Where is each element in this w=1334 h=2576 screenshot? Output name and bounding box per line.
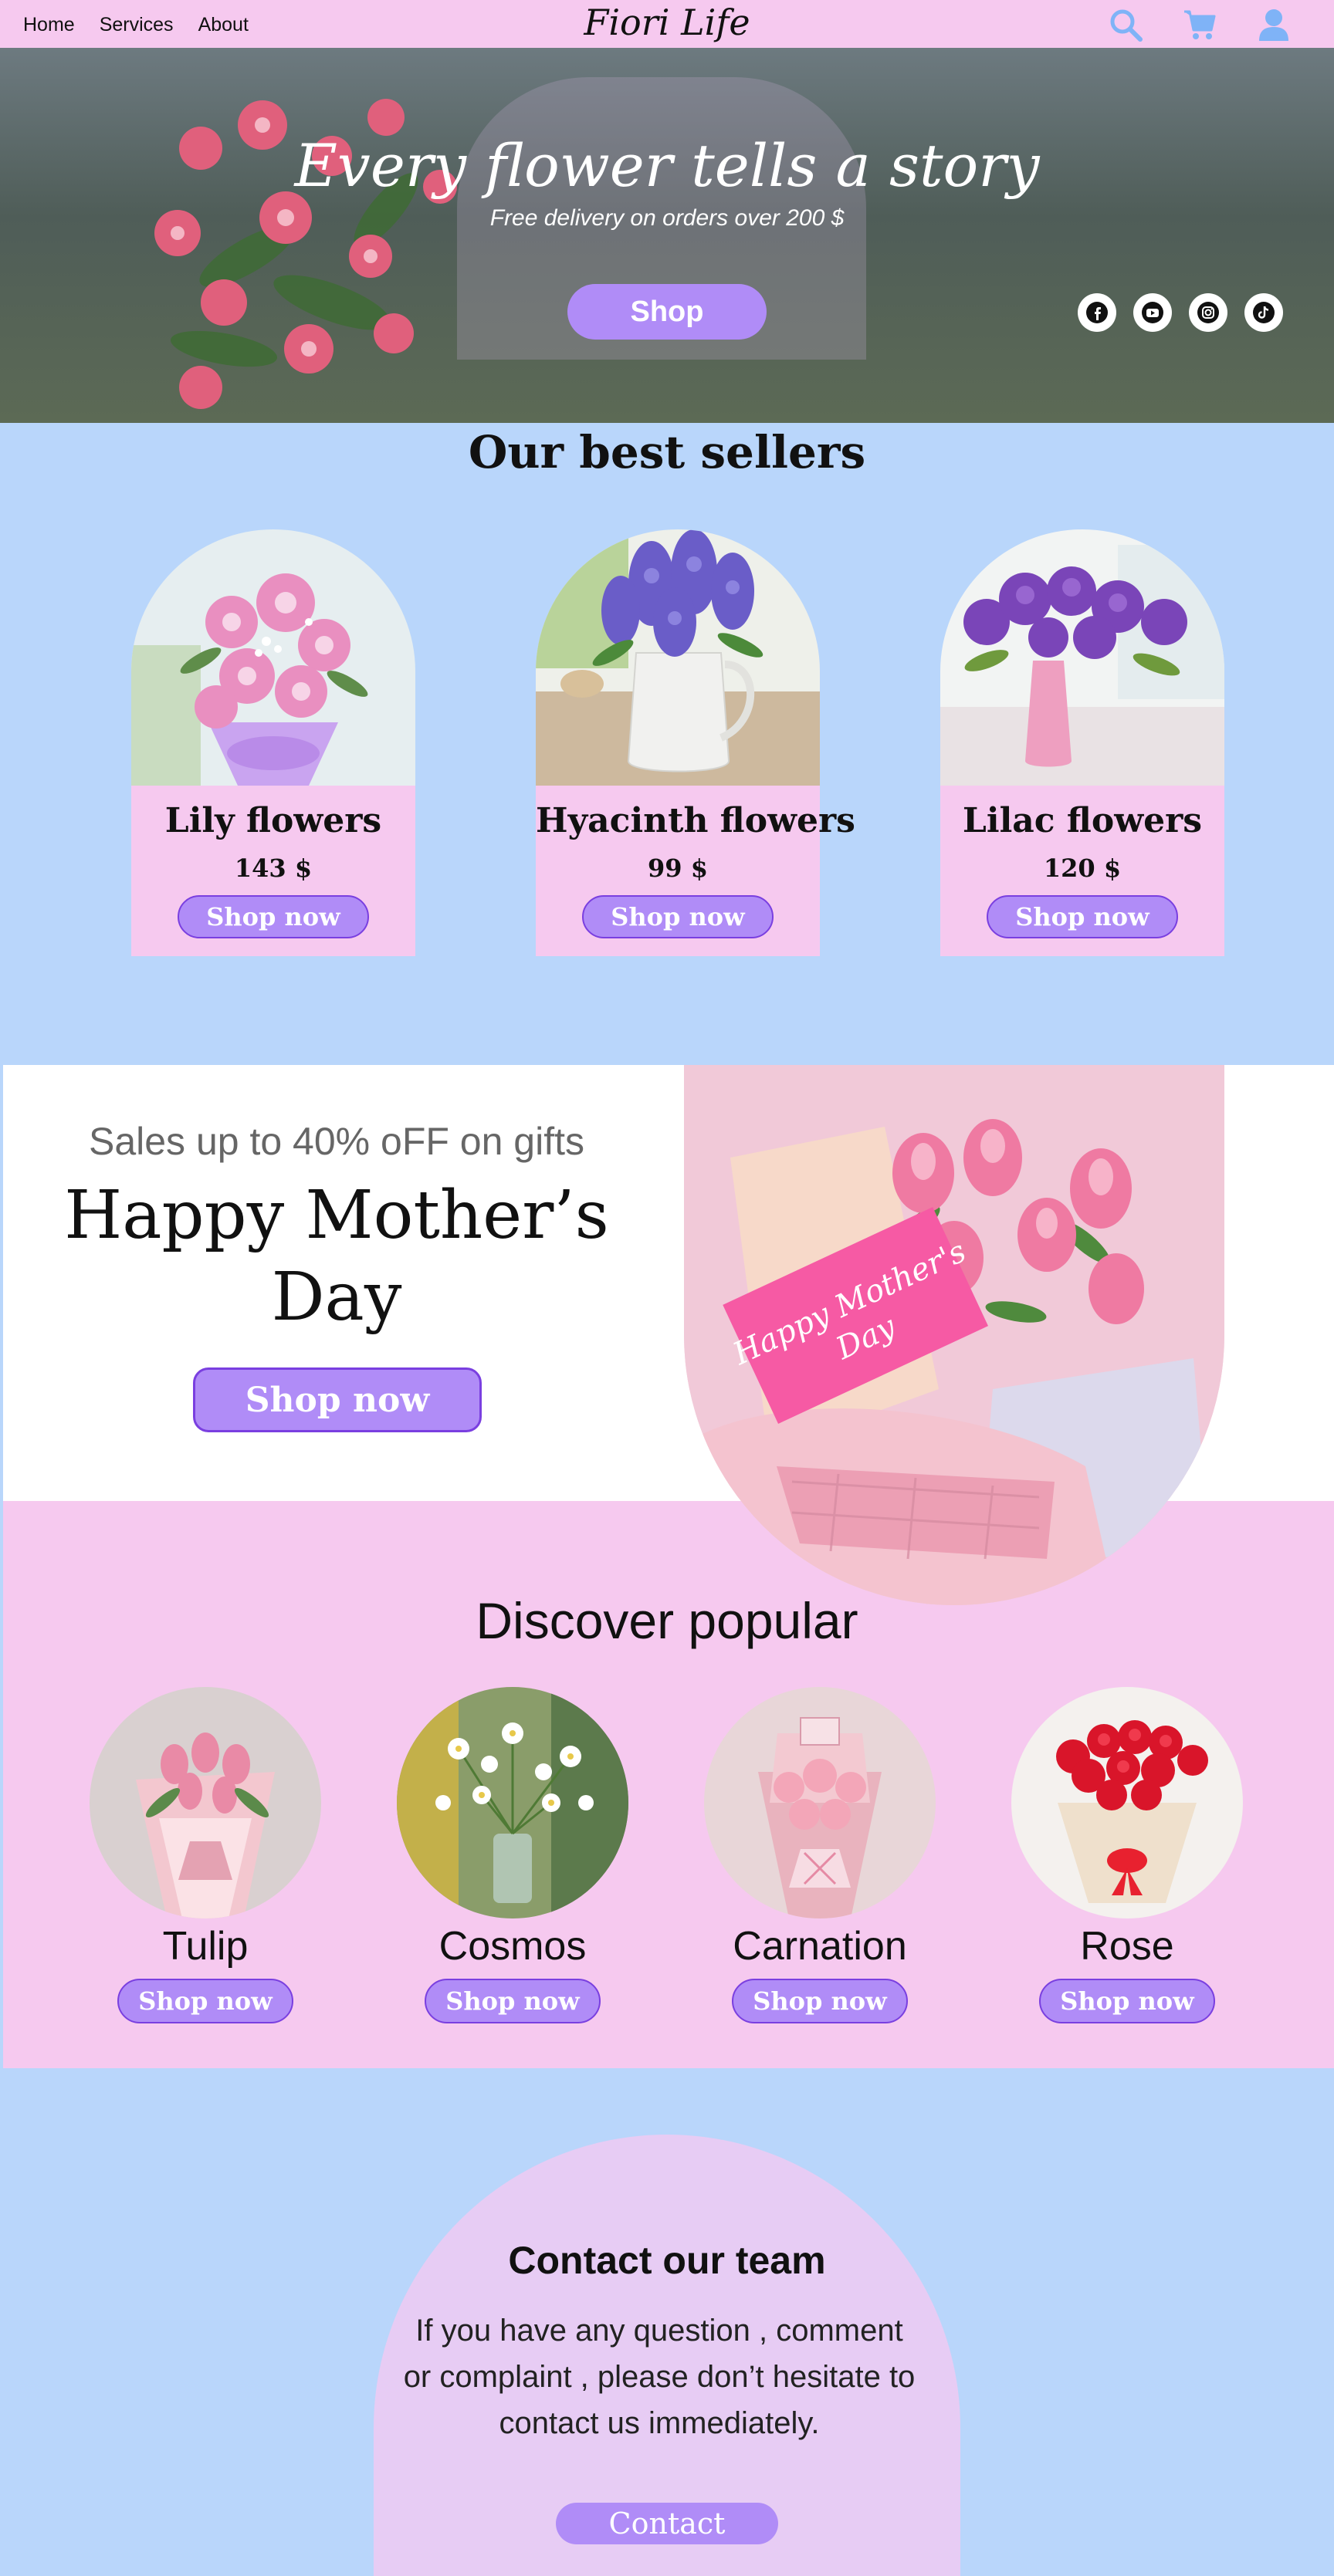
carnation-shop-now-button[interactable]: Shop now xyxy=(732,1979,908,2023)
cosmos-shop-now-button[interactable]: Shop now xyxy=(425,1979,601,2023)
product-price: 143 $ xyxy=(234,854,313,883)
top-nav: Home Services About Fiori Life xyxy=(0,0,1334,48)
product-price: 99 $ xyxy=(648,854,708,883)
product-card-lily: Lily flowers 143 $ Shop now xyxy=(131,529,415,956)
popular-item-cosmos: Cosmos Shop now xyxy=(397,1687,628,2023)
lilac-card-body: Lilac flowers 120 $ Shop now xyxy=(940,786,1224,956)
hero-flower-image xyxy=(154,99,457,409)
nav-icons xyxy=(1105,5,1294,45)
user-icon[interactable] xyxy=(1254,5,1294,45)
popular-item-carnation: Carnation Shop now xyxy=(704,1687,936,2023)
hyacinth-shop-now-button[interactable]: Shop now xyxy=(582,895,774,938)
hero-title: Every flower tells a story xyxy=(294,131,1040,200)
promo-title: Happy Mother’s Day xyxy=(64,1177,609,1336)
product-price: 120 $ xyxy=(1043,854,1122,883)
hyacinth-image xyxy=(536,529,820,786)
product-name: Lilac flowers xyxy=(962,801,1203,840)
contact-button[interactable]: Contact xyxy=(556,2503,778,2544)
hyacinth-card-body: Hyacinth flowers 99 $ Shop now xyxy=(536,786,855,956)
discover-title: Discover popular xyxy=(476,1592,858,1649)
tulip-image[interactable] xyxy=(90,1687,321,1918)
rose-shop-now-button[interactable]: Shop now xyxy=(1039,1979,1215,2023)
carnation-image[interactable] xyxy=(704,1687,936,1918)
lily-card-body: Lily flowers 143 $ Shop now xyxy=(131,786,415,956)
search-icon[interactable] xyxy=(1105,5,1146,45)
product-name: Hyacinth flowers xyxy=(536,801,855,840)
tiktok-icon[interactable] xyxy=(1244,293,1283,332)
mothers-day-bouquet-image: Happy Mother's Day xyxy=(684,1065,1224,1605)
popular-item-name: Carnation xyxy=(733,1924,907,1969)
lilac-shop-now-button[interactable]: Shop now xyxy=(987,895,1178,938)
cart-icon[interactable] xyxy=(1180,5,1220,45)
promo-subtitle: Sales up to 40% oFF on gifts xyxy=(88,1120,585,1163)
popular-item-rose: Rose Shop now xyxy=(1011,1687,1243,2023)
lily-image xyxy=(131,529,415,786)
tulip-shop-now-button[interactable]: Shop now xyxy=(117,1979,293,2023)
instagram-icon[interactable] xyxy=(1189,293,1227,332)
contact-text: If you have any question , comment or co… xyxy=(403,2314,916,2440)
product-name: Lily flowers xyxy=(164,801,382,840)
contact-title: Contact our team xyxy=(508,2239,826,2282)
popular-item-tulip: Tulip Shop now xyxy=(90,1687,321,2023)
popular-item-name: Tulip xyxy=(162,1924,249,1969)
hero-subtitle: Free delivery on orders over 200 $ xyxy=(489,205,845,231)
lily-shop-now-button[interactable]: Shop now xyxy=(178,895,369,938)
rose-image[interactable] xyxy=(1011,1687,1243,1918)
promo-shop-now-button[interactable]: Shop now xyxy=(193,1367,482,1432)
hero-shop-button[interactable]: Shop xyxy=(567,284,767,340)
lilac-image xyxy=(940,529,1224,786)
youtube-icon[interactable] xyxy=(1133,293,1172,332)
facebook-icon[interactable] xyxy=(1078,293,1116,332)
cosmos-image[interactable] xyxy=(397,1687,628,1918)
social-links xyxy=(1078,293,1283,332)
product-card-hyacinth: Hyacinth flowers 99 $ Shop now xyxy=(536,529,855,956)
hero-banner: Every flower tells a story Free delivery… xyxy=(0,48,1334,423)
best-sellers-title: Our best sellers xyxy=(468,426,866,478)
popular-item-name: Rose xyxy=(1080,1924,1174,1969)
popular-item-name: Cosmos xyxy=(438,1924,587,1969)
product-card-lilac: Lilac flowers 120 $ Shop now xyxy=(940,529,1224,956)
